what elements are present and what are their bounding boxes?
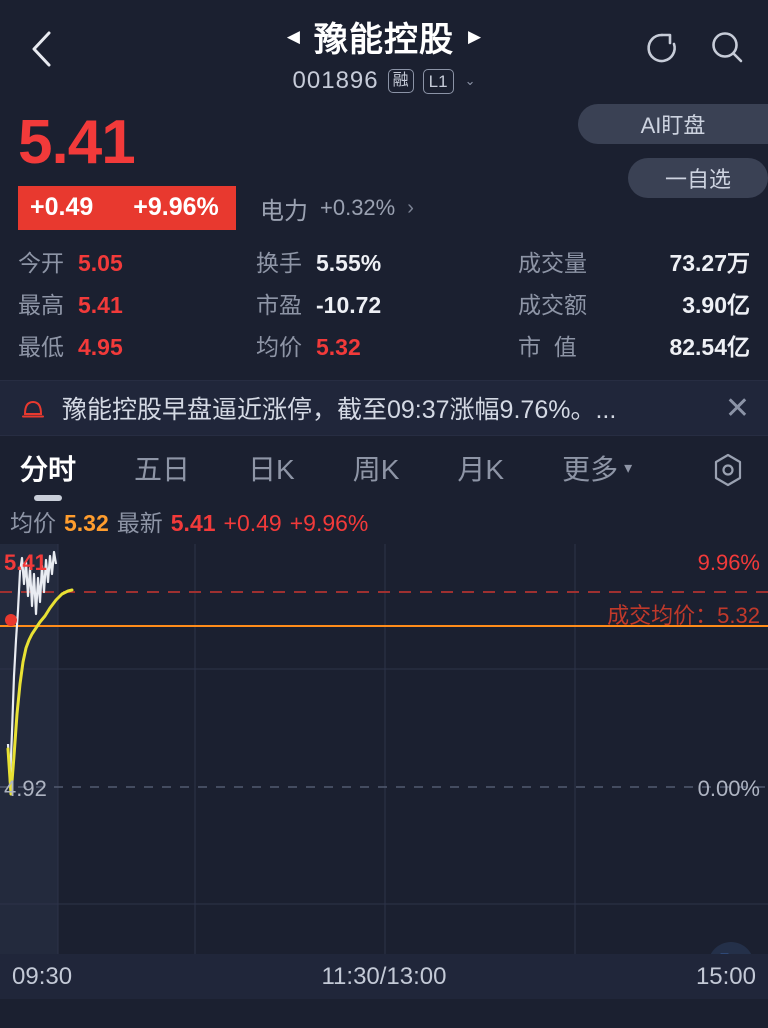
stat-value: 82.54亿 bbox=[669, 334, 750, 360]
stat-high: 最高 5.41 bbox=[18, 286, 256, 320]
stat-value: 73.27万 bbox=[669, 250, 750, 276]
change-badge: +0.49 +9.96% bbox=[18, 186, 236, 230]
chevron-down-icon: ▾ bbox=[624, 460, 633, 477]
stat-turnover-rate: 换手 5.55% bbox=[256, 244, 518, 278]
side-action-buttons: AI盯盘 一自选 bbox=[578, 104, 768, 212]
page-title: 豫能控股 bbox=[314, 21, 454, 59]
chevron-down-icon[interactable]: ⌄ bbox=[465, 73, 476, 89]
stat-value: 5.41 bbox=[78, 292, 123, 318]
news-text: 豫能控股早盘逼近涨停，截至09:37涨幅9.76%。... bbox=[62, 396, 617, 424]
stat-pe-ratio: 市盈 -10.72 bbox=[256, 286, 518, 320]
stat-label: 换手 bbox=[256, 250, 302, 276]
stat-value: 5.55% bbox=[316, 250, 382, 276]
current-point-marker bbox=[5, 614, 17, 626]
sector-change: +0.32% bbox=[320, 195, 396, 220]
stat-label: 最低 bbox=[18, 334, 64, 360]
time-start: 09:30 bbox=[12, 962, 73, 990]
refresh-button[interactable] bbox=[640, 26, 684, 70]
chart-settings-button[interactable] bbox=[708, 450, 748, 495]
time-middle: 11:30/13:00 bbox=[321, 962, 447, 990]
stat-value: 3.90亿 bbox=[682, 292, 750, 318]
add-watchlist-button[interactable]: 一自选 bbox=[628, 158, 768, 198]
margin-badge: 融 bbox=[387, 69, 414, 93]
time-axis: 09:30 11:30/13:00 15:00 bbox=[0, 954, 768, 999]
tab-five-day[interactable]: 五日 bbox=[134, 448, 190, 488]
prev-stock-arrow[interactable]: ◀ bbox=[287, 28, 300, 45]
chart-vertical-gridlines bbox=[57, 544, 576, 999]
stat-average-price: 均价 5.32 bbox=[256, 328, 518, 362]
hexagon-settings-icon bbox=[714, 453, 742, 487]
intraday-chart[interactable]: 5.41 9.96% 成交均价：5.32 4.92 0.00% 4.43 -9.… bbox=[0, 544, 768, 999]
stat-market-cap: 市 值 82.54亿 bbox=[518, 328, 750, 362]
subtitle-row: 001896 融 L1 ⌄ bbox=[293, 67, 476, 95]
sector-name: 电力 bbox=[260, 197, 308, 225]
chart-avg-value: 5.32 bbox=[64, 510, 109, 536]
chart-change-abs: +0.49 bbox=[223, 510, 282, 536]
stat-label: 成交额 bbox=[518, 292, 587, 318]
time-end: 15:00 bbox=[695, 962, 756, 990]
stock-code: 001896 bbox=[292, 67, 379, 94]
stat-label: 市 值 bbox=[518, 334, 577, 360]
search-icon bbox=[712, 32, 743, 63]
stat-open: 今开 5.05 bbox=[18, 244, 256, 278]
stock-detail-screen: ◀ 豫能控股 ▶ 001896 融 L1 ⌄ 5.41 +0.49 +9.96%… bbox=[0, 0, 768, 1028]
stat-label: 成交量 bbox=[518, 250, 587, 276]
tab-more-label: 更多 bbox=[562, 454, 619, 485]
tab-more[interactable]: 更多 ▾ bbox=[562, 448, 632, 488]
change-percent: +9.96% bbox=[133, 193, 219, 221]
stat-label: 均价 bbox=[256, 334, 302, 360]
stat-value: -10.72 bbox=[316, 292, 382, 318]
change-absolute: +0.49 bbox=[30, 193, 94, 221]
quote-level-badge: L1 bbox=[422, 68, 454, 94]
stat-value: 5.05 bbox=[78, 250, 123, 276]
stat-low: 最低 4.95 bbox=[18, 328, 256, 362]
tab-monthly-k[interactable]: 月K bbox=[457, 448, 504, 488]
chart-avg-label: 均价 bbox=[10, 510, 56, 536]
chart-tabs: 分时 五日 日K 周K 月K 更多 ▾ bbox=[0, 436, 768, 500]
chart-info-line: 均价 5.32 最新 5.41 +0.49 +9.96% bbox=[0, 500, 768, 544]
stat-label: 最高 bbox=[18, 292, 64, 318]
stat-label: 今开 bbox=[18, 250, 64, 276]
chevron-right-icon: › bbox=[407, 196, 414, 219]
header-actions bbox=[640, 26, 750, 70]
quote-block: 5.41 +0.49 +9.96% 电力 +0.32% › AI盯盘 一自选 bbox=[0, 104, 768, 230]
search-button[interactable] bbox=[706, 26, 750, 70]
stat-volume: 成交量 73.27万 bbox=[518, 244, 750, 278]
tab-daily-k[interactable]: 日K bbox=[248, 448, 295, 488]
news-banner[interactable]: 豫能控股早盘逼近涨停，截至09:37涨幅9.76%。... ✕ bbox=[0, 380, 768, 436]
chart-change-pct: +9.96% bbox=[289, 510, 369, 536]
app-header: ◀ 豫能控股 ▶ 001896 融 L1 ⌄ bbox=[0, 0, 768, 110]
tab-fenshi[interactable]: 分时 bbox=[20, 448, 76, 488]
stat-label: 市盈 bbox=[256, 292, 302, 318]
tab-weekly-k[interactable]: 周K bbox=[353, 448, 400, 488]
chart-last-value: 5.41 bbox=[170, 510, 216, 536]
chart-canvas bbox=[0, 544, 768, 999]
stat-value: 4.95 bbox=[78, 334, 123, 360]
stats-grid: 今开 5.05 换手 5.55% 成交量 73.27万 最高 5.41 市盈 -… bbox=[0, 230, 768, 366]
next-stock-arrow[interactable]: ▶ bbox=[468, 28, 481, 45]
ai-monitor-button[interactable]: AI盯盘 bbox=[578, 104, 768, 144]
stat-amount: 成交额 3.90亿 bbox=[518, 286, 750, 320]
chart-last-label: 最新 bbox=[116, 510, 163, 536]
close-icon[interactable]: ✕ bbox=[715, 391, 750, 426]
sector-link[interactable]: 电力 +0.32% › bbox=[260, 191, 414, 226]
bell-icon bbox=[22, 400, 44, 418]
refresh-icon bbox=[647, 33, 676, 63]
stat-value: 5.32 bbox=[316, 334, 361, 360]
title-row: ◀ 豫能控股 ▶ bbox=[287, 12, 481, 61]
